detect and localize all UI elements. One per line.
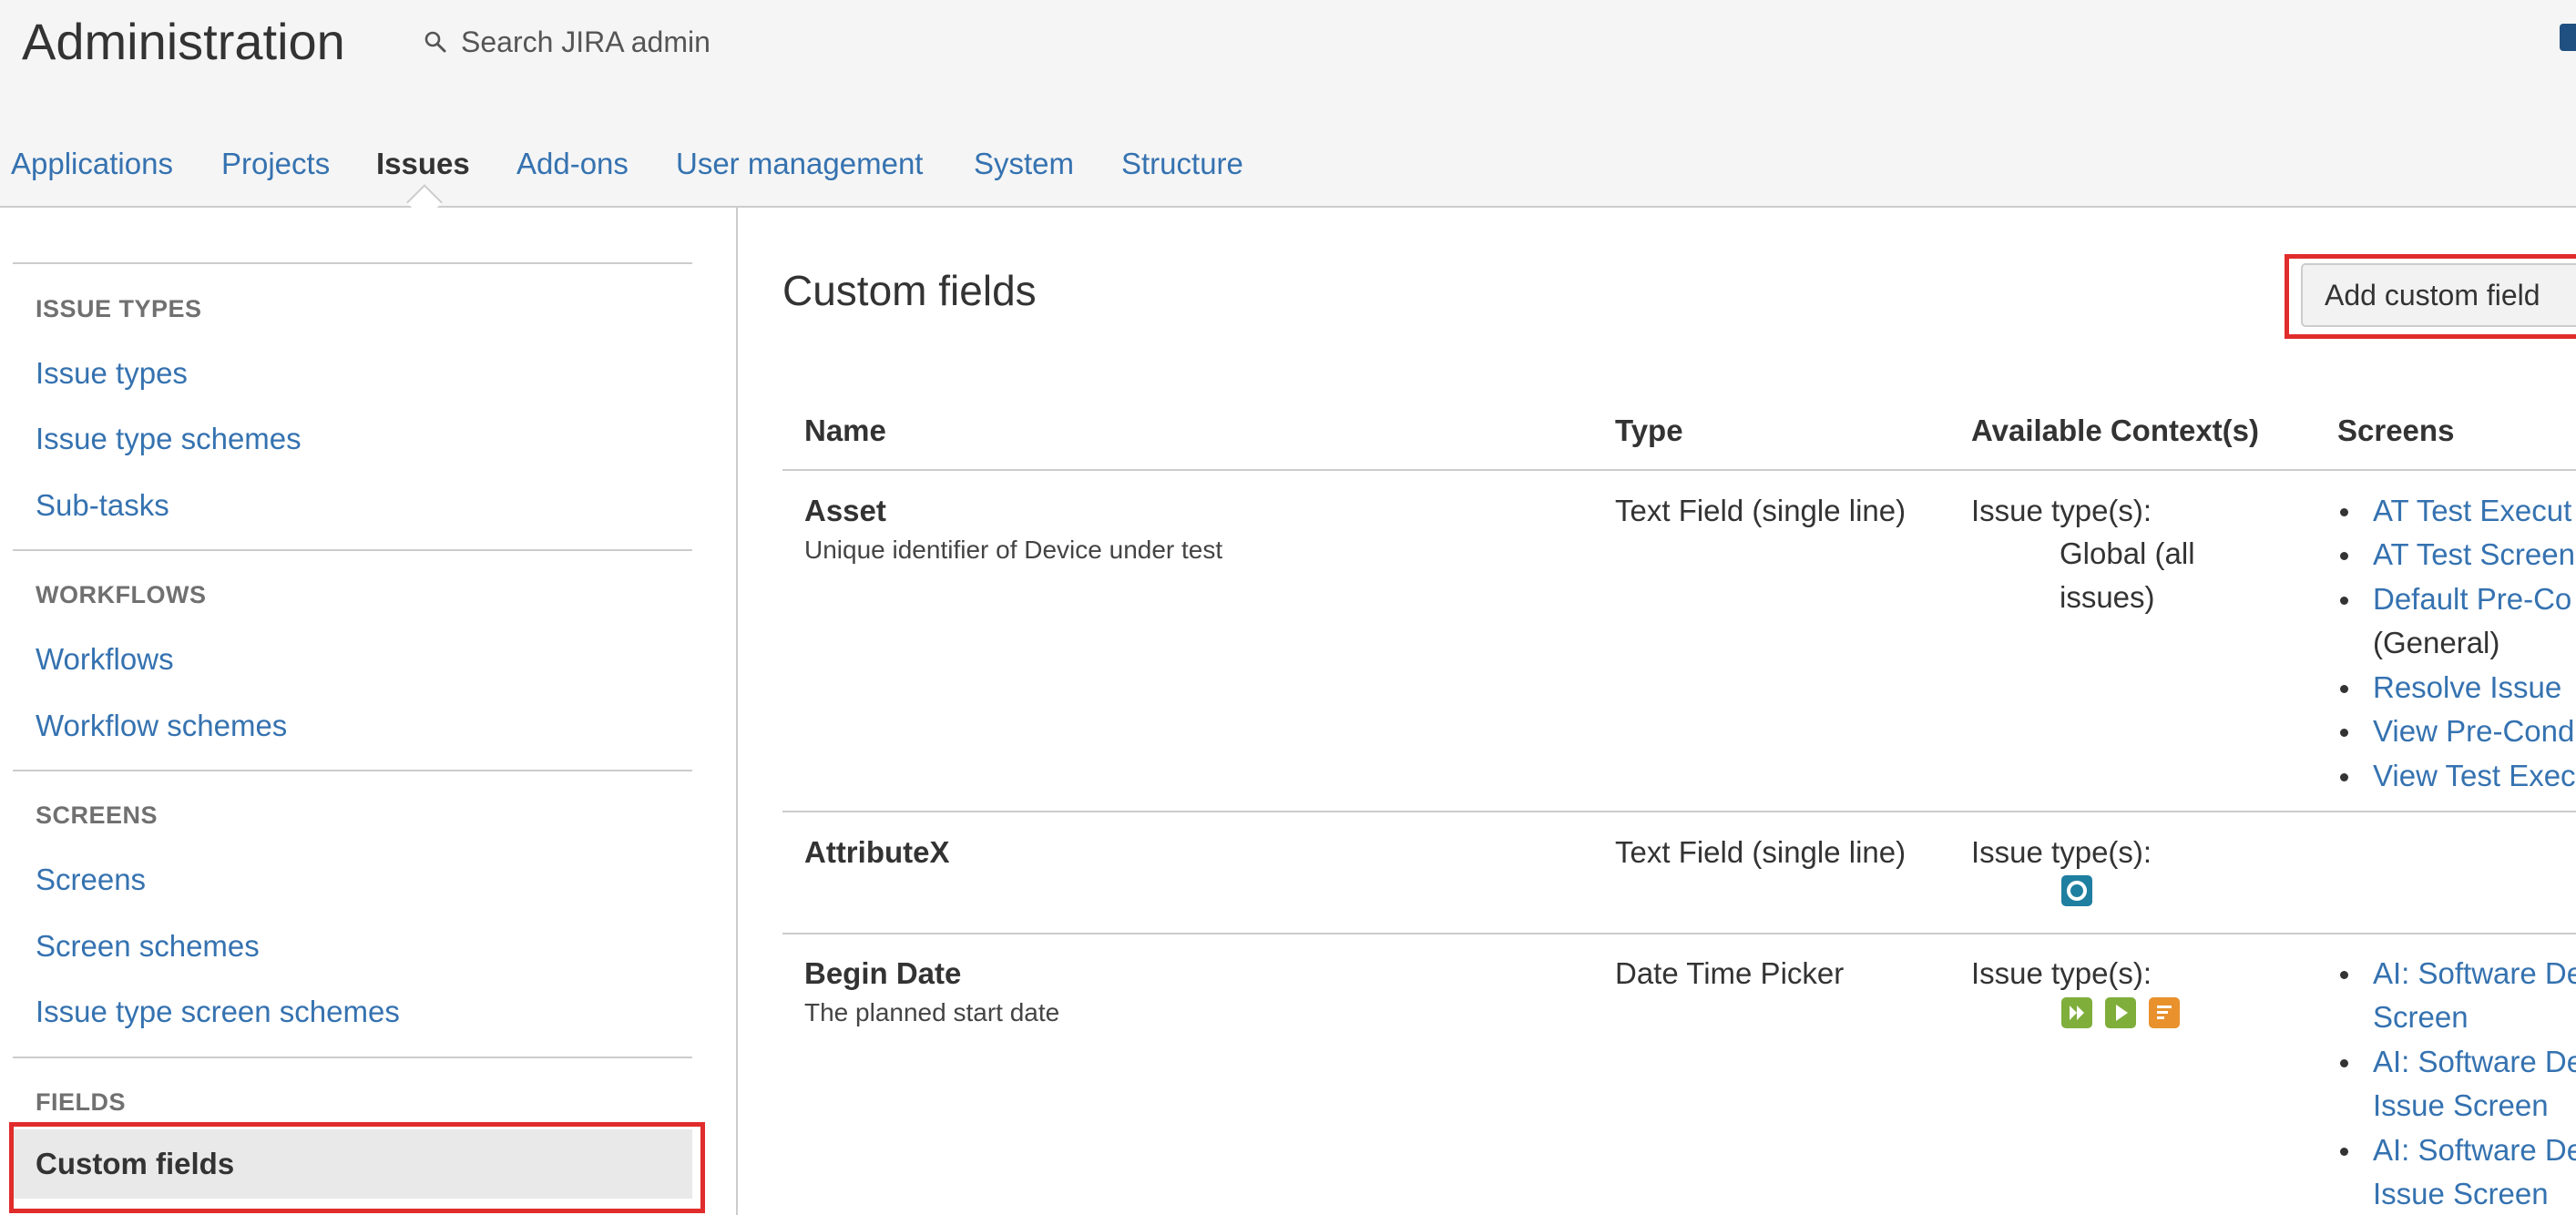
sidebar-item-workflow-schemes[interactable]: Workflow schemes (36, 709, 287, 743)
field-name: Begin Date (804, 956, 962, 990)
field-description: The planned start date (804, 998, 1060, 1026)
page-title: Custom fields (782, 267, 1037, 314)
tab-system[interactable]: System (974, 118, 1074, 206)
screen-link[interactable]: Issue Screen (2373, 1088, 2549, 1123)
list-bullet (2340, 508, 2348, 516)
field-type: Text Field (single line) (1615, 835, 1906, 869)
annotation-highlight (9, 1122, 705, 1213)
screen-link[interactable]: View Test Exec (2373, 759, 2576, 793)
tab-applications[interactable]: Applications (11, 118, 173, 206)
column-header-contexts: Available Context(s) (1971, 414, 2260, 447)
screen-link[interactable]: AT Test Execut (2373, 494, 2571, 528)
tab-user-management[interactable]: User management (676, 118, 923, 206)
screen-link[interactable]: AI: Software De (2373, 1045, 2576, 1079)
sidebar-divider (13, 1057, 692, 1058)
field-type: Text Field (single line) (1615, 494, 1906, 527)
annotation-highlight (2285, 254, 2576, 339)
test-icon (2105, 997, 2136, 1028)
search-icon (424, 31, 446, 53)
field-name: Asset (804, 494, 886, 527)
table-row-divider (782, 811, 2576, 812)
list-bullet (2340, 1148, 2348, 1156)
screen-link[interactable]: Issue Screen (2373, 1177, 2549, 1211)
list-bullet (2340, 729, 2348, 737)
context-value: issues) (2060, 580, 2155, 614)
context-label: Issue type(s): (1971, 494, 2152, 527)
sidebar-item-issue-types[interactable]: Issue types (36, 356, 188, 391)
sidebar-item-sub-tasks[interactable]: Sub-tasks (36, 488, 169, 523)
sidebar-item-issue-type-screen-schemes[interactable]: Issue type screen schemes (36, 995, 400, 1029)
admin-header: Administration Search JIRA admin (0, 0, 2576, 118)
column-header-name: Name (804, 414, 886, 447)
sidebar-divider (13, 262, 692, 264)
sidebar-item-screen-schemes[interactable]: Screen schemes (36, 929, 260, 964)
screen-tab-label: (General) (2373, 626, 2500, 659)
screen-link[interactable]: Default Pre-Co (2373, 582, 2571, 617)
list-bullet (2340, 552, 2348, 560)
sidebar-heading-screens: SCREENS (36, 801, 158, 829)
list-bullet (2340, 685, 2348, 693)
page-heading: Administration (22, 13, 345, 70)
admin-search[interactable]: Search JIRA admin (423, 24, 710, 60)
list-bullet (2340, 1059, 2348, 1067)
sidebar-item-workflows[interactable]: Workflows (36, 642, 174, 677)
screen-link[interactable]: View Pre-Cond (2373, 714, 2574, 749)
test-execution-icon (2061, 875, 2092, 906)
field-type: Date Time Picker (1615, 956, 1845, 990)
tab-projects[interactable]: Projects (221, 118, 330, 206)
list-bullet (2340, 971, 2348, 979)
column-header-type: Type (1615, 414, 1683, 447)
sidebar-heading-workflows: WORKFLOWS (36, 581, 207, 608)
context-label: Issue type(s): (1971, 956, 2152, 990)
screen-link[interactable]: AI: Software De (2373, 956, 2576, 991)
context-label: Issue type(s): (1971, 835, 2152, 869)
list-bullet (2340, 773, 2348, 781)
sidebar-item-issue-type-schemes[interactable]: Issue type schemes (36, 422, 302, 456)
table-row-divider (782, 933, 2576, 934)
test-plan-icon (2061, 997, 2092, 1028)
screen-link[interactable]: Screen (2373, 1000, 2469, 1035)
sidebar-divider (13, 770, 692, 771)
user-avatar[interactable] (2560, 24, 2576, 51)
column-header-screens: Screens (2337, 414, 2455, 447)
tab-structure[interactable]: Structure (1121, 118, 1243, 206)
context-value: Global (all (2060, 536, 2195, 570)
table-header-divider (782, 469, 2576, 471)
sidebar-divider (13, 549, 692, 551)
search-input[interactable]: Search JIRA admin (461, 26, 710, 59)
admin-nav: Applications Projects Issues Add-ons Use… (0, 118, 2576, 208)
tab-add-ons[interactable]: Add-ons (516, 118, 629, 206)
sidebar-heading-issue-types: ISSUE TYPES (36, 295, 202, 322)
field-description: Unique identifier of Device under test (804, 536, 1223, 564)
screen-link[interactable]: Resolve Issue (2373, 670, 2561, 705)
sidebar-item-screens[interactable]: Screens (36, 863, 146, 897)
screen-link[interactable]: AI: Software De (2373, 1133, 2576, 1168)
story-icon (2149, 997, 2180, 1028)
sidebar-heading-fields: FIELDS (36, 1088, 127, 1116)
screen-link[interactable]: AT Test Screen (2373, 537, 2575, 572)
field-name: AttributeX (804, 835, 950, 869)
list-bullet (2340, 597, 2348, 605)
